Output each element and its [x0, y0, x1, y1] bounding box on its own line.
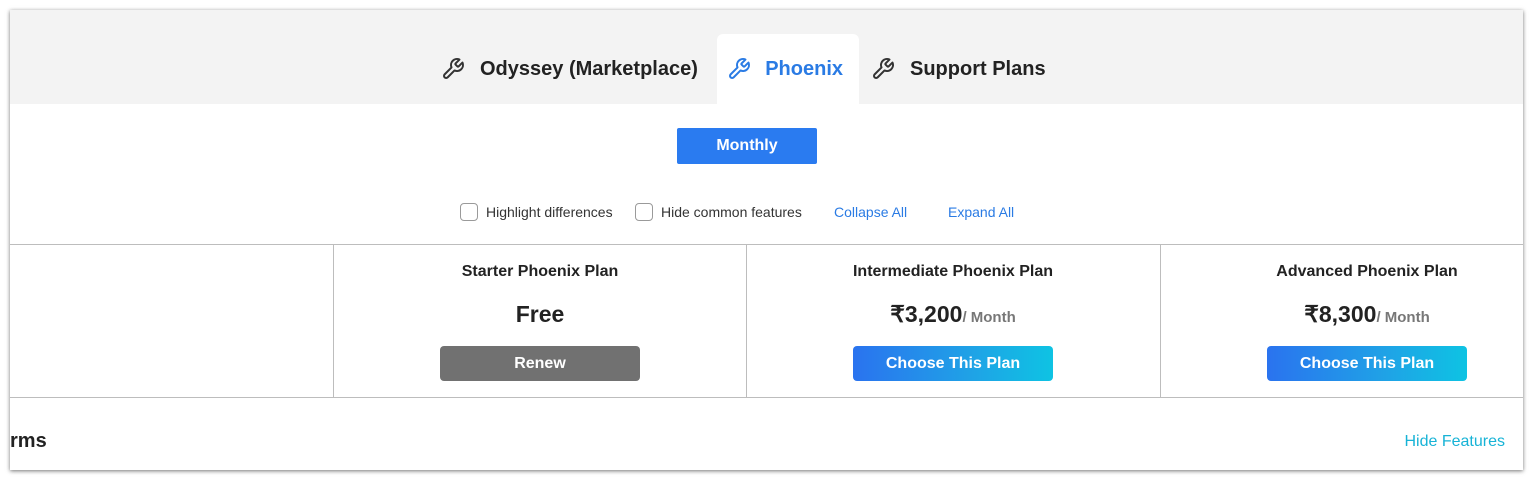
wrench-icon — [727, 56, 751, 82]
tab-label: Odyssey (Marketplace) — [480, 57, 698, 80]
hide-features-link[interactable]: Hide Features — [1405, 433, 1506, 451]
hide-common-features-option[interactable]: Hide common features — [635, 202, 802, 222]
highlight-differences-checkbox[interactable] — [460, 203, 478, 221]
price-period: / Month — [962, 309, 1016, 326]
price-period: / Month — [1376, 309, 1430, 326]
tab-support-plans[interactable]: Support Plans — [860, 34, 1062, 104]
plan-price: ₹3,200/ Month — [747, 301, 1159, 328]
price-amount: ₹8,300 — [1304, 301, 1377, 327]
tab-label: Support Plans — [910, 57, 1046, 80]
feature-label-column — [10, 245, 333, 397]
pricing-page: Odyssey (Marketplace) Phoenix Support Pl… — [10, 10, 1523, 470]
plan-price: ₹8,300/ Month — [1161, 301, 1523, 328]
expand-all-link[interactable]: Expand All — [948, 204, 1014, 220]
tab-phoenix[interactable]: Phoenix — [717, 34, 859, 104]
tab-odyssey-marketplace[interactable]: Odyssey (Marketplace) — [430, 34, 714, 104]
price-amount: Free — [515, 301, 565, 327]
highlight-differences-label: Highlight differences — [486, 204, 613, 220]
product-tab-bar: Odyssey (Marketplace) Phoenix Support Pl… — [10, 10, 1523, 104]
hide-common-features-label: Hide common features — [661, 204, 802, 220]
hide-common-features-checkbox[interactable] — [635, 203, 653, 221]
choose-plan-button[interactable]: Choose This Plan — [853, 346, 1053, 381]
renew-button[interactable]: Renew — [440, 346, 640, 381]
wrench-icon — [440, 56, 466, 82]
plan-name: Starter Phoenix Plan — [461, 263, 619, 280]
billing-period-monthly-button[interactable]: Monthly — [677, 128, 817, 164]
plan-price: Free — [334, 301, 746, 328]
expand-all-link-wrap: Expand All — [948, 202, 1014, 222]
plans-comparison-header: Starter Phoenix Plan Free Renew Intermed… — [10, 244, 1523, 398]
section-title: rms — [10, 430, 47, 452]
collapse-all-link[interactable]: Collapse All — [834, 204, 907, 220]
price-amount: ₹3,200 — [890, 301, 963, 327]
plan-column-intermediate: Intermediate Phoenix Plan ₹3,200/ Month … — [746, 245, 1160, 397]
collapse-all-link-wrap: Collapse All — [834, 202, 907, 222]
highlight-differences-option[interactable]: Highlight differences — [460, 202, 613, 222]
plan-column-starter: Starter Phoenix Plan Free Renew — [333, 245, 747, 397]
plan-column-advanced: Advanced Phoenix Plan ₹8,300/ Month Choo… — [1160, 245, 1523, 397]
wrench-icon — [870, 56, 896, 82]
choose-plan-button[interactable]: Choose This Plan — [1267, 346, 1467, 381]
plan-name: Intermediate Phoenix Plan — [852, 263, 1054, 280]
tab-label: Phoenix — [765, 57, 843, 80]
plan-name: Advanced Phoenix Plan — [1276, 263, 1458, 280]
